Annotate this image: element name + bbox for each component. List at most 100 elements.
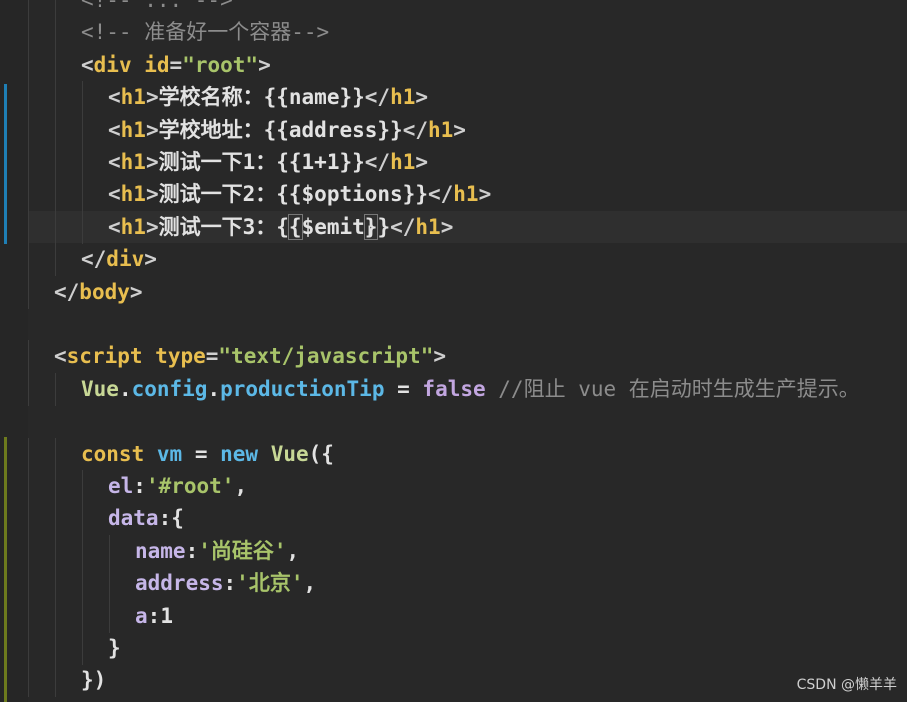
- code-token: Vue: [81, 376, 119, 401]
- code-token: 1: [160, 603, 173, 628]
- indent-guide: [55, 81, 56, 115]
- code-token: el: [108, 474, 134, 498]
- code-token: <: [54, 344, 67, 369]
- code-token: <!-- 准备好一个容器-->: [81, 20, 330, 45]
- code-token: h1: [120, 85, 146, 110]
- code-token: address: [135, 571, 224, 596]
- indent-guide: [55, 146, 56, 179]
- indent-guide: [28, 81, 29, 115]
- code-token: .: [118, 376, 132, 401]
- code-token: h1: [427, 117, 454, 142]
- code-token: .: [207, 376, 221, 401]
- code-token: <: [81, 52, 94, 77]
- indent-guide: [55, 243, 56, 277]
- code-token: ,: [234, 474, 248, 498]
- code-token: ,: [303, 571, 317, 596]
- code-token: id: [144, 52, 170, 77]
- code-token: >: [440, 214, 454, 239]
- indent-guide: [82, 534, 83, 568]
- indent-guide: [55, 437, 56, 471]
- indent-guide: [28, 243, 29, 277]
- indent-guide: [28, 534, 29, 568]
- code-editor[interactable]: <!-- ... --> <!-- 准备好一个容器--> <div id="root…: [0, 0, 907, 702]
- code-token: script: [66, 344, 143, 369]
- code-token: 测试一下2：{{$options}}: [158, 182, 428, 207]
- indent-guide: [28, 632, 29, 665]
- code-token: </: [81, 247, 107, 272]
- code-token: <: [108, 214, 121, 239]
- indent-guide: [28, 146, 29, 179]
- code-token: <: [108, 85, 121, 110]
- code-token: config: [131, 376, 208, 401]
- indent-guide: [55, 664, 56, 698]
- code-token: </: [364, 150, 391, 174]
- indent-guide: [82, 567, 83, 601]
- added-lines-indicator: [4, 437, 7, 702]
- code-token: </: [402, 117, 428, 142]
- watermark: CSDN @懒羊羊: [796, 677, 897, 693]
- indent-guide: [55, 113, 56, 147]
- indent-guide: [28, 178, 29, 212]
- code-token: div: [93, 52, 132, 77]
- indent-guide: [28, 372, 29, 406]
- indent-guide: [82, 470, 83, 503]
- code-token: >: [145, 117, 159, 142]
- code-token: <: [108, 150, 121, 174]
- code-token: a: [135, 603, 148, 628]
- code-token: </: [390, 214, 416, 239]
- indent-guide: [28, 437, 29, 471]
- code-token: :: [147, 603, 161, 628]
- code-token: h1: [390, 85, 416, 110]
- code-token: h1: [120, 182, 146, 207]
- modified-lines-indicator: [4, 84, 7, 244]
- code-token: '尚硅谷': [198, 538, 287, 563]
- code-token: :{: [158, 506, 184, 531]
- indent-guide: [28, 48, 29, 82]
- indent-guide: [55, 0, 56, 17]
- indent-guide: [28, 502, 29, 536]
- indent-guide: [28, 470, 29, 503]
- code-token: 学校地址：{{address}}: [158, 117, 403, 142]
- code-token: ({: [308, 441, 334, 466]
- code-token: 测试一下1：{{1+1}}: [158, 150, 365, 174]
- indent-guide: [55, 632, 56, 665]
- code-token: >: [144, 247, 157, 272]
- code-token: "root": [182, 52, 259, 77]
- indent-guide: [109, 534, 110, 568]
- code-token: =: [169, 52, 183, 77]
- code-token: :: [133, 474, 146, 498]
- indent-guide: [55, 599, 56, 633]
- indent-guide: [109, 599, 110, 633]
- indent-guide: [55, 372, 56, 406]
- indent-guide: [109, 567, 110, 601]
- indent-guide: [55, 470, 56, 503]
- indent-guide: [82, 599, 83, 633]
- indent-guide: [82, 632, 83, 665]
- code-token: const: [81, 441, 145, 466]
- code-token: >: [415, 150, 429, 174]
- code-token: =: [205, 344, 219, 369]
- code-token: }): [81, 668, 107, 693]
- indent-guide: [55, 502, 56, 536]
- code-token: >: [145, 150, 159, 174]
- indent-guide: [55, 567, 56, 601]
- code-line[interactable]: <h1>测试一下3：{{$emit}}</h1>: [28, 210, 907, 243]
- code-token: >: [145, 182, 159, 207]
- code-token: >: [129, 279, 143, 304]
- indent-guide: [28, 210, 29, 244]
- code-token: Vue: [270, 441, 309, 466]
- indent-guide: [82, 113, 83, 147]
- code-token: h1: [390, 150, 416, 174]
- code-token: >: [145, 214, 159, 239]
- indent-guide: [28, 16, 29, 50]
- code-token: >: [453, 117, 466, 142]
- code-token: {: [287, 213, 303, 240]
- indent-guide: [28, 567, 29, 601]
- indent-guide: [28, 275, 29, 309]
- code-token: :: [185, 538, 199, 563]
- code-token: </: [364, 85, 391, 110]
- code-token: div: [106, 247, 145, 272]
- code-token: h1: [120, 117, 146, 142]
